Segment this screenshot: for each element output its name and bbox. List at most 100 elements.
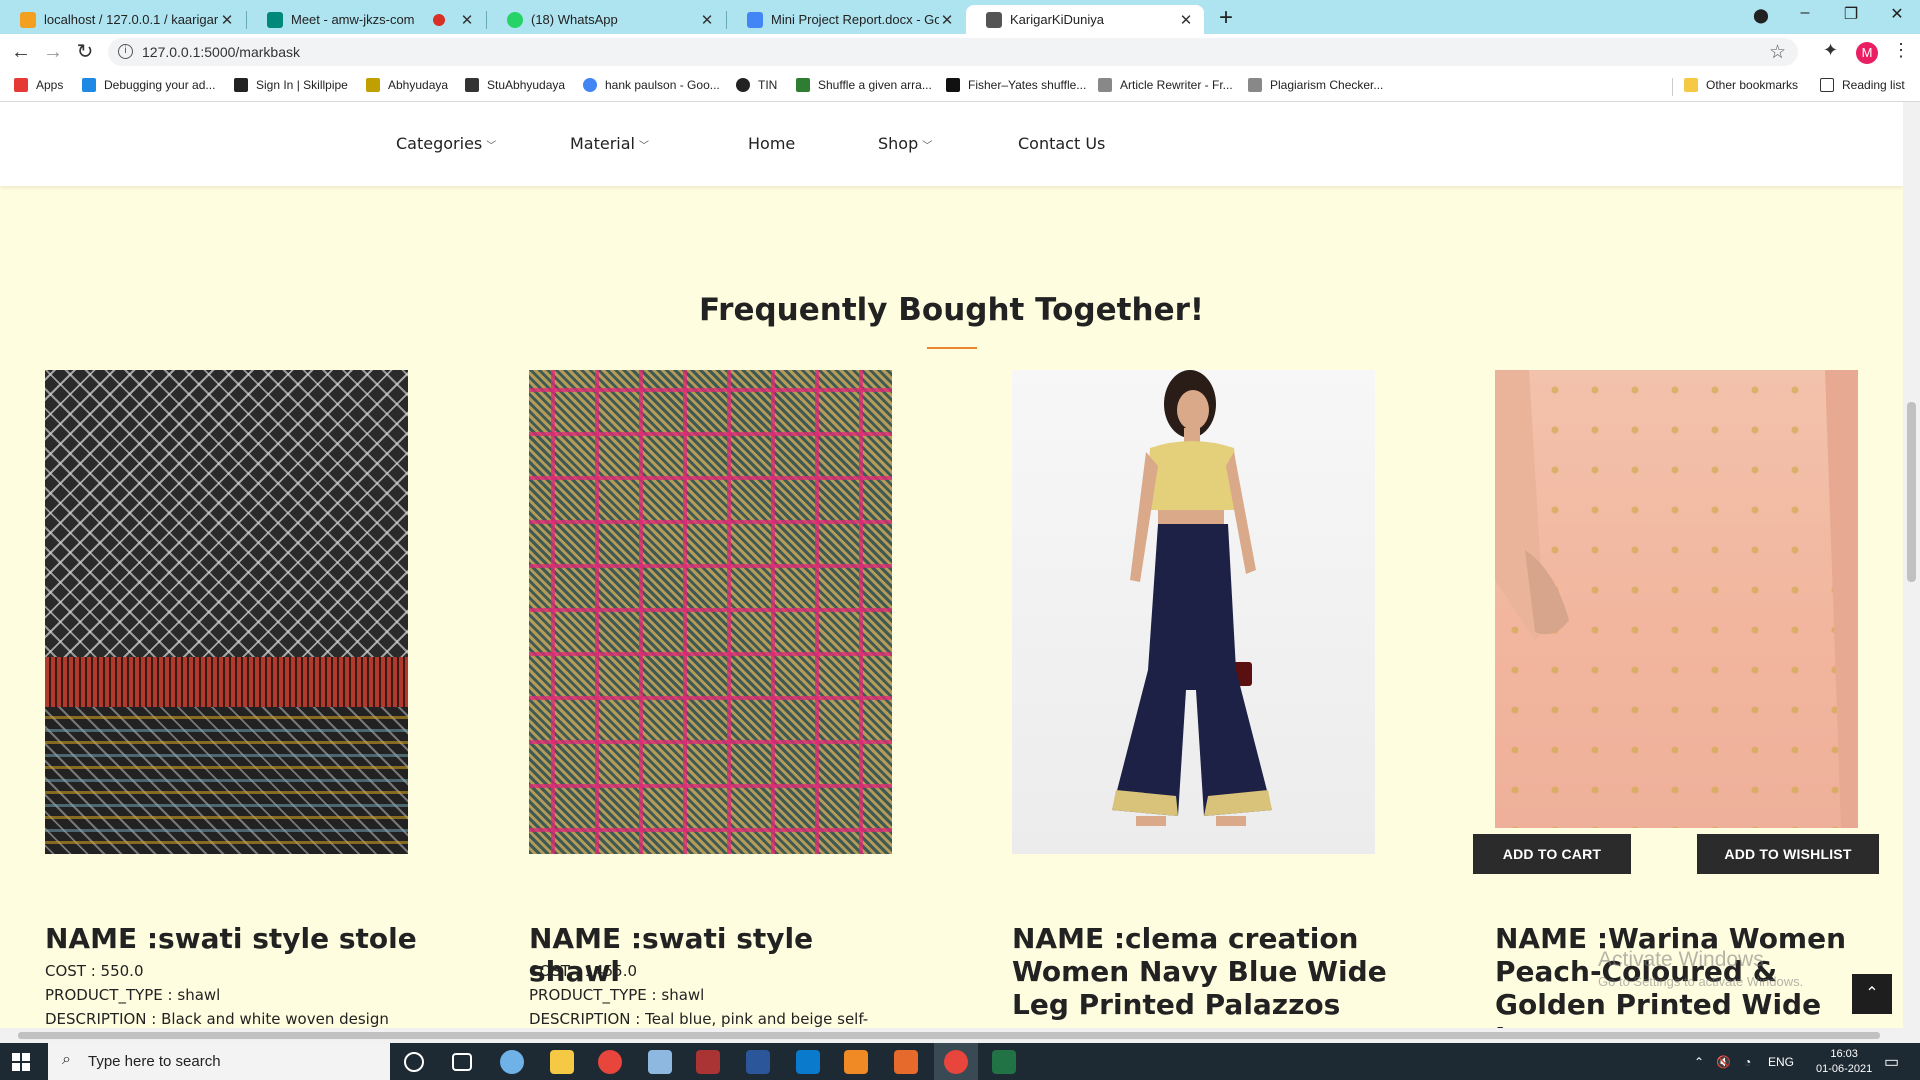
address-bar[interactable]: i 127.0.0.1:5000/markbask ☆ bbox=[108, 38, 1798, 66]
nav-contact-us[interactable]: Contact Us bbox=[1018, 134, 1105, 153]
taskbar-clock[interactable]: 16:03 01-06-2021 bbox=[1816, 1047, 1872, 1077]
horizontal-scrollbar[interactable] bbox=[0, 1028, 1920, 1043]
nav-label: Shop bbox=[878, 134, 919, 153]
bookmark-item[interactable]: Abhyudaya bbox=[366, 78, 448, 92]
product-image-shawl[interactable] bbox=[529, 370, 892, 854]
bookmark-item[interactable]: Fisher–Yates shuffle... bbox=[946, 78, 1086, 92]
maximize-button[interactable]: ❐ bbox=[1836, 4, 1866, 24]
bookmarks-bar: Apps Debugging your ad... Sign In | Skil… bbox=[0, 70, 1920, 102]
vscode-icon[interactable] bbox=[796, 1050, 820, 1074]
bookmark-item[interactable]: StuAbhyudaya bbox=[465, 78, 565, 92]
close-icon[interactable]: ✕ bbox=[1178, 11, 1194, 29]
bookmark-label: Shuffle a given arra... bbox=[818, 78, 932, 92]
tab-google-docs[interactable]: Mini Project Report.docx - Googl ✕ bbox=[727, 5, 965, 34]
windows-start-icon[interactable] bbox=[12, 1053, 30, 1071]
tab-title: KarigarKiDuniya bbox=[1010, 12, 1104, 27]
back-to-top-button[interactable]: ⌃ bbox=[1852, 974, 1892, 1014]
bookmark-item[interactable]: Debugging your ad... bbox=[82, 78, 215, 92]
snipping-tool-icon[interactable] bbox=[696, 1050, 720, 1074]
image-band bbox=[45, 707, 408, 854]
add-to-wishlist-button[interactable]: ADD TO WISHLIST bbox=[1697, 834, 1879, 874]
wifi-icon[interactable]: ◔ bbox=[1744, 1055, 1751, 1069]
bookmark-apps[interactable]: Apps bbox=[14, 78, 63, 92]
speaker-muted-icon[interactable]: 🔇 bbox=[1716, 1055, 1731, 1069]
info-icon[interactable]: i bbox=[118, 44, 133, 59]
sst-icon bbox=[1098, 78, 1112, 92]
tab-karigarkiduniya[interactable]: KarigarKiDuniya ✕ bbox=[966, 5, 1204, 34]
tab-title: Meet - amw-jkzs-com bbox=[291, 12, 415, 27]
chrome-icon[interactable] bbox=[598, 1050, 622, 1074]
word-icon[interactable] bbox=[746, 1050, 770, 1074]
bookmark-item[interactable]: Article Rewriter - Fr... bbox=[1098, 78, 1233, 92]
taskbar-search[interactable]: ⌕ Type here to search bbox=[48, 1043, 390, 1080]
profile-avatar[interactable]: M bbox=[1856, 42, 1878, 64]
minimize-button[interactable]: – bbox=[1790, 4, 1820, 22]
language-indicator[interactable]: ENG bbox=[1768, 1055, 1794, 1069]
close-icon[interactable]: ✕ bbox=[699, 11, 715, 29]
chevron-down-icon: ﹀ bbox=[639, 141, 649, 152]
extensions-icon[interactable]: ✦ bbox=[1823, 40, 1838, 61]
tab-whatsapp[interactable]: (18) WhatsApp ✕ bbox=[487, 5, 725, 34]
file-explorer-icon[interactable] bbox=[550, 1050, 574, 1074]
task-view-icon[interactable] bbox=[452, 1053, 472, 1071]
product-image-wide-leg[interactable] bbox=[1495, 370, 1858, 828]
add-to-cart-button[interactable]: ADD TO CART bbox=[1473, 834, 1631, 874]
product-image-stole[interactable] bbox=[45, 370, 408, 854]
scrollbar-thumb[interactable] bbox=[1907, 402, 1916, 582]
nav-label: Home bbox=[748, 134, 796, 153]
nav-label: Contact Us bbox=[1018, 134, 1106, 153]
close-icon[interactable]: ✕ bbox=[219, 11, 235, 29]
reading-list[interactable]: Reading list bbox=[1820, 78, 1905, 92]
close-icon[interactable]: ✕ bbox=[459, 11, 475, 29]
vertical-scrollbar[interactable] bbox=[1903, 102, 1920, 1028]
nav-shop[interactable]: Shop ﹀ bbox=[878, 134, 932, 153]
new-tab-button[interactable]: + bbox=[1214, 4, 1238, 32]
nav-material[interactable]: Material ﹀ bbox=[570, 134, 649, 153]
close-window-button[interactable]: ✕ bbox=[1882, 4, 1912, 24]
watermark-line: Activate Windows bbox=[1598, 948, 1764, 971]
bookmark-item[interactable]: Sign In | Skillpipe bbox=[234, 78, 348, 92]
product-name[interactable]: NAME :swati style stole bbox=[45, 922, 425, 955]
bookmark-item[interactable]: TIN bbox=[736, 78, 777, 92]
back-arrow-icon[interactable]: ← bbox=[8, 39, 34, 65]
scrollbar-thumb[interactable] bbox=[18, 1032, 1880, 1039]
globe-icon bbox=[736, 78, 750, 92]
product-image-palazzos[interactable] bbox=[1012, 370, 1375, 854]
title-underline bbox=[927, 347, 977, 349]
bookmark-label: StuAbhyudaya bbox=[487, 78, 566, 92]
tab-phpmyadmin[interactable]: localhost / 127.0.0.1 / kaarigarkid ✕ bbox=[0, 5, 245, 34]
nav-home[interactable]: Home bbox=[748, 134, 795, 153]
other-bookmarks[interactable]: Other bookmarks bbox=[1684, 78, 1798, 92]
notification-icon[interactable]: ▭ bbox=[1884, 1052, 1899, 1072]
abhyudaya-icon bbox=[366, 78, 380, 92]
3d-viewer-icon[interactable] bbox=[648, 1050, 672, 1074]
model-hand bbox=[1495, 370, 1858, 828]
tab-meet[interactable]: Meet - amw-jkzs-com ✕ bbox=[247, 5, 485, 34]
xampp-icon[interactable] bbox=[894, 1050, 918, 1074]
site-icon bbox=[986, 11, 1002, 28]
chevron-up-icon[interactable]: ⌃ bbox=[1694, 1055, 1704, 1069]
menu-kebab-icon[interactable]: ⋮ bbox=[1892, 40, 1910, 61]
paint-icon[interactable] bbox=[500, 1050, 524, 1074]
bookmark-label: Reading list bbox=[1842, 78, 1905, 92]
nav-categories[interactable]: Categories ﹀ bbox=[396, 134, 496, 153]
bookmark-star-icon[interactable]: ☆ bbox=[1769, 41, 1786, 64]
folder-icon bbox=[1684, 78, 1698, 92]
excel-icon[interactable] bbox=[992, 1050, 1016, 1074]
forward-arrow-icon[interactable]: → bbox=[40, 39, 66, 65]
nav-label: Material bbox=[570, 134, 635, 153]
bookmark-item[interactable]: Shuffle a given arra... bbox=[796, 78, 932, 92]
google-docs-icon bbox=[747, 11, 763, 28]
tab-title: localhost / 127.0.0.1 / kaarigarkid bbox=[44, 12, 219, 27]
bookmark-item[interactable]: Plagiarism Checker... bbox=[1248, 78, 1383, 92]
product-name[interactable]: NAME :clema creation Women Navy Blue Wid… bbox=[1012, 922, 1392, 1021]
reload-icon[interactable]: ↻ bbox=[72, 39, 98, 65]
chrome-icon[interactable] bbox=[944, 1050, 968, 1074]
close-icon[interactable]: ✕ bbox=[939, 11, 955, 29]
cortana-icon[interactable] bbox=[404, 1052, 424, 1072]
sublime-text-icon[interactable] bbox=[844, 1050, 868, 1074]
bookmark-item[interactable]: hank paulson - Goo... bbox=[583, 78, 720, 92]
page-content: Categories ﹀ Material ﹀ Home Shop ﹀ Contact… bbox=[0, 102, 1903, 1028]
phpmyadmin-icon bbox=[20, 11, 36, 28]
tab-search-icon[interactable]: ⬤ bbox=[1746, 7, 1776, 24]
